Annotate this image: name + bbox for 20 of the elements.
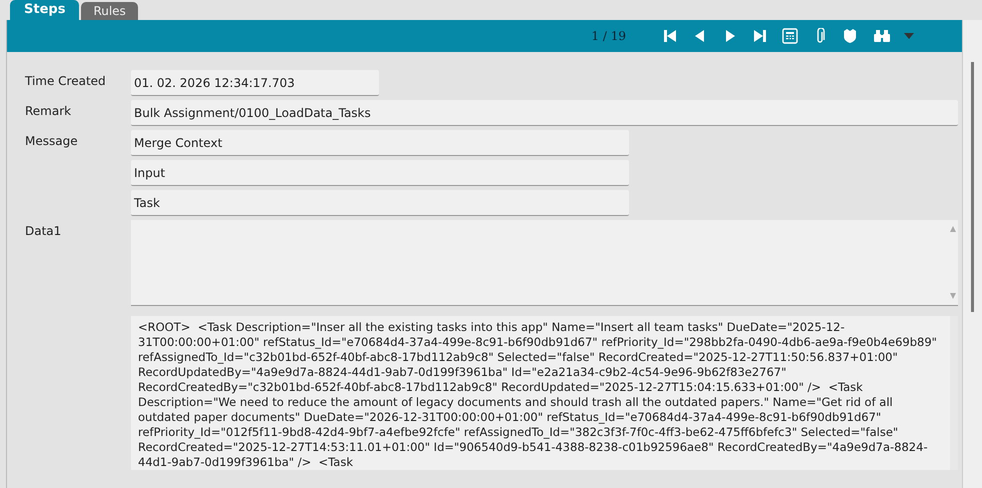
field-label: Data1 (24, 223, 62, 240)
last-icon[interactable] (752, 28, 768, 44)
field-label: Time Created (24, 73, 107, 90)
binoculars-icon[interactable] (872, 28, 890, 44)
text-field[interactable]: Input (131, 160, 629, 186)
tab[interactable]: Steps (10, 0, 80, 20)
tab[interactable]: Rules (81, 2, 138, 20)
text-field[interactable]: Bulk Assignment/0100_LoadData_Tasks (131, 100, 958, 126)
calculator-icon[interactable] (782, 28, 798, 44)
field-label: Remark (24, 103, 72, 120)
caret-icon[interactable] (904, 33, 914, 39)
text-field[interactable]: 01. 02. 2026 12:34:17.703 (131, 70, 379, 96)
text-field[interactable]: Merge Context (131, 130, 629, 156)
field-label: Message (24, 133, 79, 150)
shield-icon[interactable] (842, 28, 858, 44)
scrollbar-thumb[interactable] (971, 62, 974, 312)
record-counter: 1 / 19 (591, 28, 626, 45)
first-icon[interactable] (662, 28, 678, 44)
text-field[interactable]: Task (131, 190, 629, 216)
xml-text: <ROOT> <Task Description="Inser all the existing tasks into this app" Name="Insert all team tasks" DueDate="2025-12-31T00:00:00+01:00" refStatus_Id="e70684d4-37a4-499e-8c91-b6f90db91d67" refPriority_Id="298bb2fa-0490-4db6-ae9a-f9e0b4e69b89" refAssignedTo_Id="c32b01bd-652f-40bf-abc8-17bd112ab9c8" Selected="false" RecordCreated="2025-12-27T11:50:56.837+01:00" RecordUpdatedBy="4a9e9d7a-8824-44d1-9ab7-0d199f3961ba" Id="e2a21a34-c9b2-4c54-9e96-9b62f83e2767" RecordCreatedBy="c32b01bd-652f-40bf-abc8-17bd112ab9c8" RecordUpdated="2025-12-27T15:04:15.633+01:00" /> <Task Description="We need to reduce the amount of legacy documents and should trash all the outdated papers." Name="Get rid of all outdated paper documents" DueDate="2026-12-31T00:00:00+01:00" refStatus_Id="e70684d4-37a4-499e-8c91-b6f90db91d67" refPriority_Id="012f5f11-9bd8-42d4-9bf7-a4efbe92fcfe" refAssignedTo_Id="382c3f3f-7f0c-4ff3-be62-475ff6bfefc3" Selected="false" RecordCreated="2025-12-27T14:53:11.01+01:00" Id="906540d9-b541-4388-8238-c01b92596ae8" RecordCreatedBy="4a9e9d7a-8824-44d1-9ab7-0d199f3961ba" /> <Task (138, 320, 938, 470)
